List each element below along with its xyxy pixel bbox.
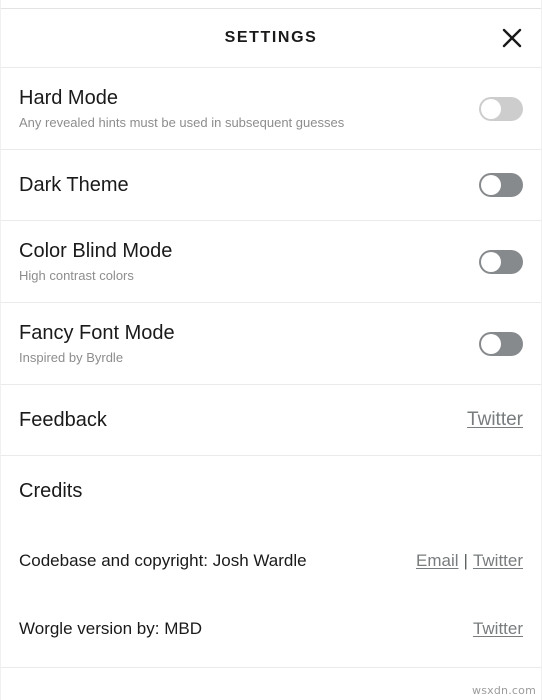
settings-panel: SETTINGS Hard Mode Any revealed hints mu… [0,0,542,700]
setting-row-hard-mode[interactable]: Hard Mode Any revealed hints must be use… [1,67,541,149]
toggle-knob [481,251,501,272]
setting-text-fancy-font-mode: Fancy Font Mode Inspired by Byrdle [19,321,175,367]
bottom-divider [1,667,541,668]
setting-description-color-blind-mode: High contrast colors [19,267,134,283]
setting-text-color-blind-mode: Color Blind Mode High contrast colors [19,239,172,285]
toggle-knob [481,175,501,195]
setting-description-fancy-font-mode: Inspired by Byrdle [19,349,124,365]
credit-label-codebase: Codebase and copyright: Josh Wardle [19,551,307,570]
credit-label-worgle-version: Worgle version by: MBD [19,619,202,638]
toggle-knob [481,333,501,354]
setting-title-fancy-font-mode: Fancy Font Mode [19,321,175,344]
setting-row-feedback: Feedback Twitter [1,384,541,455]
settings-header: SETTINGS [1,9,541,67]
credits-heading: Credits [19,480,83,502]
credit-row-codebase: Codebase and copyright: Josh Wardle Emai… [1,527,541,595]
setting-text-hard-mode: Hard Mode Any revealed hints must be use… [19,86,344,132]
toggle-dark-theme[interactable] [479,173,523,197]
setting-row-dark-theme[interactable]: Dark Theme [1,149,541,220]
feedback-twitter-link[interactable]: Twitter [467,409,523,431]
worgle-twitter-link[interactable]: Twitter [473,619,523,639]
toggle-knob [481,98,501,119]
link-separator: | [463,551,468,570]
setting-text-dark-theme: Dark Theme [19,173,129,198]
setting-row-fancy-font-mode[interactable]: Fancy Font Mode Inspired by Byrdle [1,302,541,384]
setting-title-color-blind-mode: Color Blind Mode [19,239,173,262]
settings-list: Hard Mode Any revealed hints must be use… [1,67,541,700]
toggle-hard-mode[interactable] [479,96,523,121]
page-title: SETTINGS [224,29,318,46]
setting-row-color-blind-mode[interactable]: Color Blind Mode High contrast colors [1,220,541,302]
setting-text-feedback: Feedback [19,408,107,433]
setting-title-feedback: Feedback [19,408,107,431]
toggle-fancy-font-mode[interactable] [479,331,523,356]
codebase-email-link[interactable]: Email [416,551,459,571]
codebase-twitter-link[interactable]: Twitter [473,551,523,571]
toggle-color-blind-mode[interactable] [479,249,523,274]
credit-links-codebase: Email | Twitter [416,551,523,571]
setting-title-hard-mode: Hard Mode [19,86,118,109]
credit-links-worgle-version: Twitter [473,619,523,639]
credits-heading-row: Credits [1,455,541,527]
close-button[interactable] [495,21,529,55]
close-icon [501,27,523,49]
setting-title-dark-theme: Dark Theme [19,173,129,196]
credit-row-worgle-version: Worgle version by: MBD Twitter [1,595,541,663]
setting-description-hard-mode: Any revealed hints must be used in subse… [19,114,345,130]
watermark: wsxdn.com [472,684,536,697]
